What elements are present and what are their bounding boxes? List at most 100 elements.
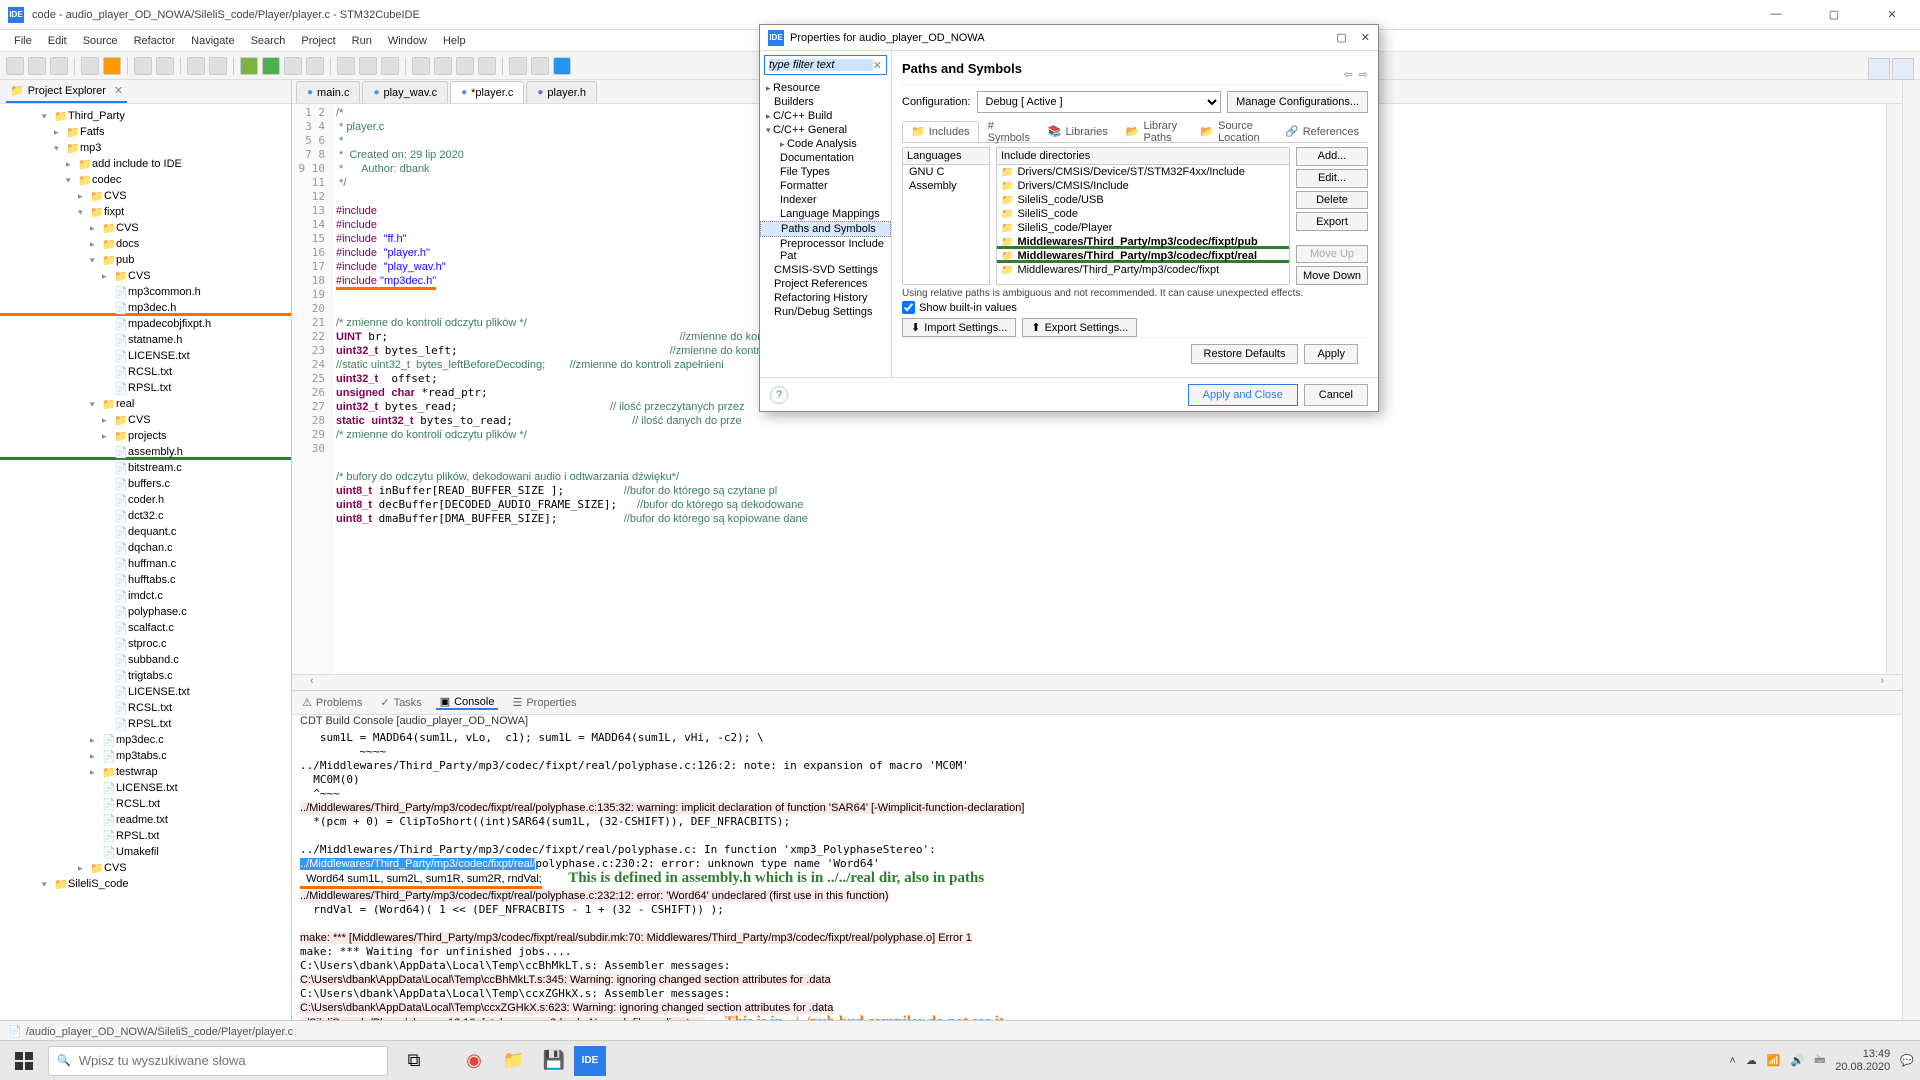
explorer-tree[interactable]: ▾📁Third_Party▸📁Fatfs▾📁mp3▸📁add include t… — [0, 104, 291, 1020]
editor-tab[interactable]: ●play_wav.c — [362, 81, 448, 103]
console-btn3-icon[interactable] — [1797, 696, 1811, 710]
tree-item[interactable]: ▸📁CVS — [0, 268, 291, 284]
tray-lang-icon[interactable]: 🖮 — [1814, 1051, 1825, 1070]
tree-item[interactable]: ▾📁codec — [0, 172, 291, 188]
edit-button[interactable]: Edit... — [1296, 169, 1368, 188]
tree-item[interactable]: 📄mp3dec.h — [0, 300, 291, 316]
menu-search[interactable]: Search — [243, 35, 294, 47]
tree-item[interactable]: 📄coder.h — [0, 492, 291, 508]
save-icon[interactable] — [28, 57, 46, 75]
build-icon[interactable] — [81, 57, 99, 75]
tree-item[interactable]: ▾📁fixpt — [0, 204, 291, 220]
tree-item[interactable]: 📄LICENSE.txt — [0, 684, 291, 700]
console-output[interactable]: sum1L = MADD64(sum1L, vLo, c1); sum1L = … — [292, 727, 1902, 1020]
hammer-icon[interactable] — [103, 57, 121, 75]
menu-help[interactable]: Help — [435, 35, 474, 47]
save-icon[interactable]: 💾 — [534, 1043, 574, 1079]
tree-item[interactable]: 📄subband.c — [0, 652, 291, 668]
nav-fwd-icon[interactable] — [531, 57, 549, 75]
editor-tab[interactable]: ●*player.c — [450, 81, 524, 103]
save-all-icon[interactable] — [50, 57, 68, 75]
misc1-icon[interactable] — [412, 57, 430, 75]
dialog-nav-item[interactable]: ▾ C/C++ General — [760, 123, 891, 137]
tree-item[interactable]: ▾📁pub — [0, 252, 291, 268]
tree-item[interactable]: ▾📁SileliS_code — [0, 876, 291, 892]
menu-navigate[interactable]: Navigate — [183, 35, 242, 47]
tree-item[interactable]: 📄RCSL.txt — [0, 364, 291, 380]
include-dir-row[interactable]: 📁SileliS_code — [997, 207, 1289, 221]
include-dir-row[interactable]: 📁SileliS_code/Player — [997, 221, 1289, 235]
include-dirs-list[interactable]: Include directories 📁Drivers/CMSIS/Devic… — [996, 147, 1290, 285]
tree-item[interactable]: 📄RCSL.txt — [0, 700, 291, 716]
nav-fwd-icon[interactable]: ⇨ — [1359, 68, 1368, 81]
include-dir-row[interactable]: 📁Drivers/CMSIS/Device/ST/STM32F4xx/Inclu… — [997, 165, 1289, 179]
misc2-icon[interactable] — [434, 57, 452, 75]
console-btn8-icon[interactable] — [1882, 696, 1896, 710]
info-icon[interactable] — [553, 57, 571, 75]
editor-tab[interactable]: ●main.c — [296, 81, 360, 103]
tree-item[interactable]: ▾📁real — [0, 396, 291, 412]
tree-item[interactable]: 📄imdct.c — [0, 588, 291, 604]
dialog-nav-item[interactable]: Run/Debug Settings — [760, 305, 891, 319]
languages-list[interactable]: Languages GNU C Assembly — [902, 147, 990, 285]
dialog-nav-tree[interactable]: ▸ ResourceBuilders▸ C/C++ Build▾ C/C++ G… — [760, 79, 891, 377]
console-btn4-icon[interactable] — [1814, 696, 1828, 710]
tab-problems[interactable]: ⚠Problems — [298, 696, 366, 709]
tree-item[interactable]: 📄dct32.c — [0, 508, 291, 524]
dialog-nav-item[interactable]: Language Mappings — [760, 207, 891, 221]
tab-tasks[interactable]: ✓Tasks — [376, 696, 425, 709]
tree-item[interactable]: 📄mpadecobjfixpt.h — [0, 316, 291, 332]
dialog-close-icon[interactable]: ✕ — [1361, 31, 1370, 44]
minimize-button[interactable]: — — [1756, 8, 1796, 21]
taskview-icon[interactable]: ⧉ — [394, 1043, 434, 1079]
tree-item[interactable]: 📄huffman.c — [0, 556, 291, 572]
dialog-nav-item[interactable]: Documentation — [760, 151, 891, 165]
chrome-icon[interactable]: ◉ — [454, 1043, 494, 1079]
tree-item[interactable]: 📄dequant.c — [0, 524, 291, 540]
tree-item[interactable]: 📄readme.txt — [0, 812, 291, 828]
tree-item[interactable]: 📄buffers.c — [0, 476, 291, 492]
tree-item[interactable]: ▸📁CVS — [0, 220, 291, 236]
console-btn5-icon[interactable] — [1831, 696, 1845, 710]
nav-back-icon[interactable]: ⇦ — [1344, 68, 1353, 81]
hscroll-left-icon[interactable]: ‹ — [310, 675, 314, 690]
editor-tab[interactable]: ●player.h — [526, 81, 597, 103]
dialog-nav-item[interactable]: Refactoring History — [760, 291, 891, 305]
profile-icon[interactable] — [306, 57, 324, 75]
console-btn1-icon[interactable] — [1763, 696, 1777, 710]
show-builtin-checkbox[interactable] — [902, 301, 915, 314]
close-tab-icon[interactable]: ✕ — [114, 84, 123, 97]
menu-file[interactable]: File — [6, 35, 40, 47]
dialog-nav-item[interactable]: CMSIS-SVD Settings — [760, 263, 891, 277]
tray-clock[interactable]: 13:49 20.08.2020 — [1835, 1048, 1890, 1074]
moveup-button[interactable]: Move Up — [1296, 245, 1368, 264]
tree-item[interactable]: ▸📁CVS — [0, 188, 291, 204]
include-dir-row[interactable]: 📁Drivers/CMSIS/Include — [997, 179, 1289, 193]
help-icon[interactable]: ? — [770, 386, 788, 404]
tree-item[interactable]: ▸📁CVS — [0, 860, 291, 876]
view-menu-icon[interactable] — [271, 85, 285, 99]
misc3-icon[interactable] — [456, 57, 474, 75]
tree-item[interactable]: 📄assembly.h — [0, 444, 291, 460]
collapse-all-icon[interactable] — [235, 85, 249, 99]
taskbar-search-input[interactable] — [79, 1053, 379, 1068]
terminate-icon[interactable] — [381, 57, 399, 75]
dialog-nav-item[interactable]: Indexer — [760, 193, 891, 207]
tab-refs[interactable]: 🔗References — [1276, 121, 1368, 142]
tree-item[interactable]: 📄mp3common.h — [0, 284, 291, 300]
dialog-nav-item[interactable]: Paths and Symbols — [760, 221, 891, 237]
tree-item[interactable]: ▸📄mp3tabs.c — [0, 748, 291, 764]
delete-button[interactable]: Delete — [1296, 191, 1368, 210]
dialog-maximize-icon[interactable]: ▢ — [1336, 31, 1346, 44]
lang-gnuc[interactable]: GNU C — [903, 165, 989, 179]
menu-window[interactable]: Window — [380, 35, 435, 47]
dialog-nav-item[interactable]: Preprocessor Include Pat — [760, 237, 891, 263]
include-dir-row[interactable]: 📁SileliS_code/USB — [997, 193, 1289, 207]
tree-item[interactable]: 📄bitstream.c — [0, 460, 291, 476]
tree-item[interactable]: ▸📁projects — [0, 428, 291, 444]
menu-source[interactable]: Source — [75, 35, 126, 47]
tab-libraries[interactable]: 📚Libraries — [1039, 121, 1117, 142]
search-icon[interactable] — [156, 57, 174, 75]
folder-icon[interactable] — [134, 57, 152, 75]
tray-chevron-icon[interactable]: ˄ — [1729, 1055, 1735, 1067]
